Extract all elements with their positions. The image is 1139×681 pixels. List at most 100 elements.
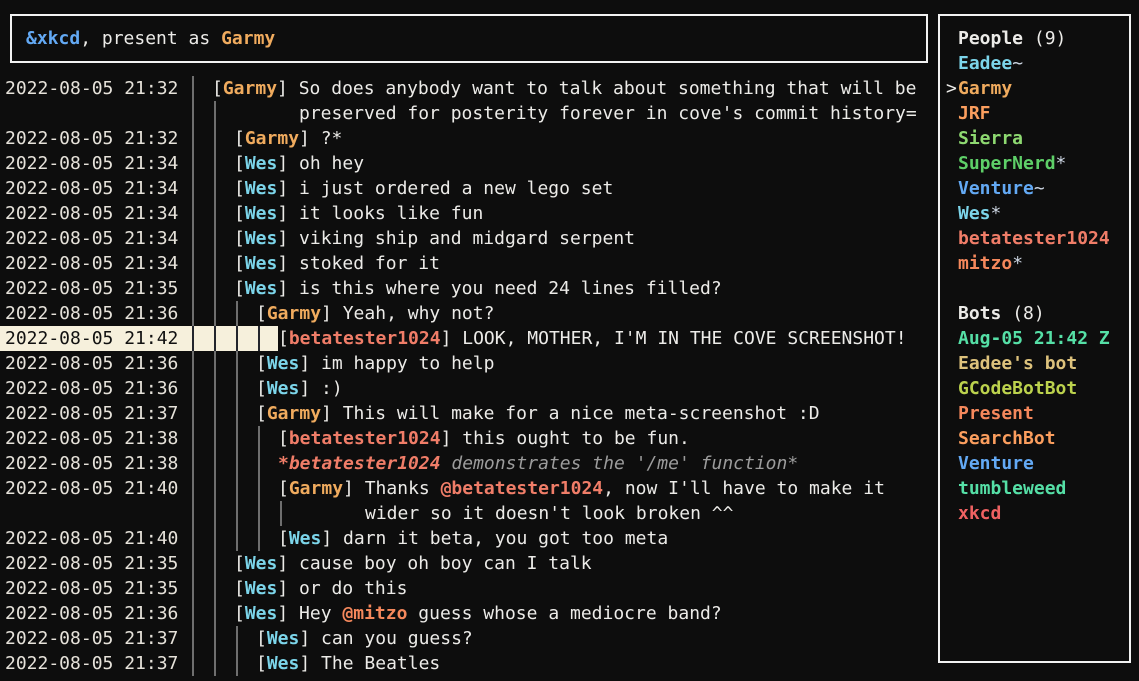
message-segment: preserved for posterity forever in cove'… <box>299 103 917 124</box>
thread-line <box>214 251 216 276</box>
message-segment: [ <box>234 228 245 249</box>
username: Garmy <box>245 128 299 149</box>
thread-line <box>192 576 194 601</box>
sidebar-section-title: Bots (8) <box>940 301 1129 326</box>
thread-line <box>192 326 194 351</box>
member-name: SuperNerd <box>958 153 1056 174</box>
timestamp: 2022-08-05 21:34 <box>5 176 178 201</box>
message-text: [Garmy] This will make for a nice meta-s… <box>256 401 820 426</box>
thread-line <box>192 101 194 126</box>
member-name: Eadee's bot <box>958 353 1077 374</box>
message-segment: [ <box>234 128 245 149</box>
sidebar-item-sierra[interactable]: Sierra <box>940 126 1129 151</box>
thread-line <box>214 226 216 251</box>
persona-name: Garmy <box>221 28 275 49</box>
timestamp: 2022-08-05 21:32 <box>5 126 178 151</box>
timestamp: 2022-08-05 21:38 <box>5 451 178 476</box>
timestamp: 2022-08-05 21:42 <box>5 326 178 351</box>
thread-line <box>236 476 238 501</box>
message-segment: [ <box>256 403 267 424</box>
thread-line <box>214 351 216 376</box>
member-name: Aug-05 21:42 Z <box>958 328 1110 349</box>
member-name: Present <box>958 403 1034 424</box>
message-segment: [ <box>234 253 245 274</box>
thread-line <box>236 326 238 351</box>
sidebar-item-mitzo[interactable]: mitzo* <box>940 251 1129 276</box>
message-segment: demonstrates the '/me' function* <box>441 453 799 474</box>
channel-header: &xkcd, present as Garmy <box>10 14 928 63</box>
message-segment: [ <box>256 653 267 674</box>
member-name: tumbleweed <box>958 478 1066 499</box>
thread-line <box>258 526 260 551</box>
message-text: wider so it doesn't look broken ^^ <box>365 501 733 526</box>
thread-line <box>214 526 216 551</box>
message-text: [Wes] oh hey <box>234 151 364 176</box>
message-segment: [ <box>234 203 245 224</box>
username: Wes <box>267 378 300 399</box>
sidebar-item-gcodebotbot[interactable]: GCodeBotBot <box>940 376 1129 401</box>
message-segment: The Beatles <box>321 653 440 674</box>
sidebar-item-betatester1024[interactable]: betatester1024 <box>940 226 1129 251</box>
message-segment: Hey <box>299 603 342 624</box>
member-name: betatester1024 <box>958 228 1110 249</box>
timestamp: 2022-08-05 21:35 <box>5 276 178 301</box>
username: Wes <box>245 228 278 249</box>
message-segment: ] <box>321 303 343 324</box>
thread-line <box>258 451 260 476</box>
sidebar-item-wes[interactable]: Wes* <box>940 201 1129 226</box>
thread-line <box>214 326 216 351</box>
sidebar-item-searchbot[interactable]: SearchBot <box>940 426 1129 451</box>
member-name: GCodeBotBot <box>958 378 1077 399</box>
message-segment: [ <box>234 578 245 599</box>
sidebar-item-present[interactable]: Present <box>940 401 1129 426</box>
thread-line <box>214 651 216 676</box>
thread-line <box>214 101 216 126</box>
thread-line <box>258 501 260 526</box>
thread-line <box>192 276 194 301</box>
section-label: People <box>958 28 1023 49</box>
sidebar-item-venture[interactable]: Venture~ <box>940 176 1129 201</box>
message-text: [Garmy] Thanks @betatester1024, now I'll… <box>278 476 885 501</box>
sidebar-item-garmy[interactable]: >Garmy <box>940 76 1129 101</box>
thread-line <box>192 401 194 426</box>
message-text: [Wes] can you guess? <box>256 626 473 651</box>
sidebar-item-tumbleweed[interactable]: tumbleweed <box>940 476 1129 501</box>
message-segment: ] <box>299 378 321 399</box>
thread-line <box>192 551 194 576</box>
message-text: [Wes] or do this <box>234 576 407 601</box>
sidebar-item-supernerd[interactable]: SuperNerd* <box>940 151 1129 176</box>
thread-line <box>236 376 238 401</box>
message-text: [Wes] im happy to help <box>256 351 494 376</box>
thread-line <box>192 651 194 676</box>
timestamp: 2022-08-05 21:32 <box>5 76 178 101</box>
message-segment: [ <box>278 528 289 549</box>
thread-line <box>214 176 216 201</box>
sidebar-item-eadee-s-bot[interactable]: Eadee's bot <box>940 351 1129 376</box>
message-text: [Wes] :) <box>256 376 343 401</box>
sidebar-item-xkcd[interactable]: xkcd <box>940 501 1129 526</box>
thread-line <box>214 426 216 451</box>
sidebar-item-jrf[interactable]: JRF <box>940 101 1129 126</box>
message-segment: wider so it doesn't look broken ^^ <box>365 503 733 524</box>
message-segment: ] <box>277 78 299 99</box>
sidebar-item-aug-05-21-42-z[interactable]: Aug-05 21:42 Z <box>940 326 1129 351</box>
sidebar-item-venture[interactable]: Venture <box>940 451 1129 476</box>
message-segment: [ <box>256 378 267 399</box>
member-name: Wes <box>958 203 991 224</box>
message-segment: ] <box>343 478 365 499</box>
thread-line <box>236 626 238 651</box>
member-name: SearchBot <box>958 428 1056 449</box>
message-segment: [ <box>256 628 267 649</box>
thread-line <box>236 301 238 326</box>
message-segment: ] <box>441 328 463 349</box>
message-text: [betatester1024] LOOK, MOTHER, I'M IN TH… <box>278 326 907 351</box>
member-name: Garmy <box>958 78 1012 99</box>
thread-line <box>192 201 194 226</box>
thread-line <box>192 476 194 501</box>
sidebar-item-eadee[interactable]: Eadee~ <box>940 51 1129 76</box>
thread-line <box>214 376 216 401</box>
thread-line <box>192 176 194 201</box>
member-name: Eadee <box>958 53 1012 74</box>
thread-line <box>192 451 194 476</box>
username: @betatester1024 <box>441 478 604 499</box>
